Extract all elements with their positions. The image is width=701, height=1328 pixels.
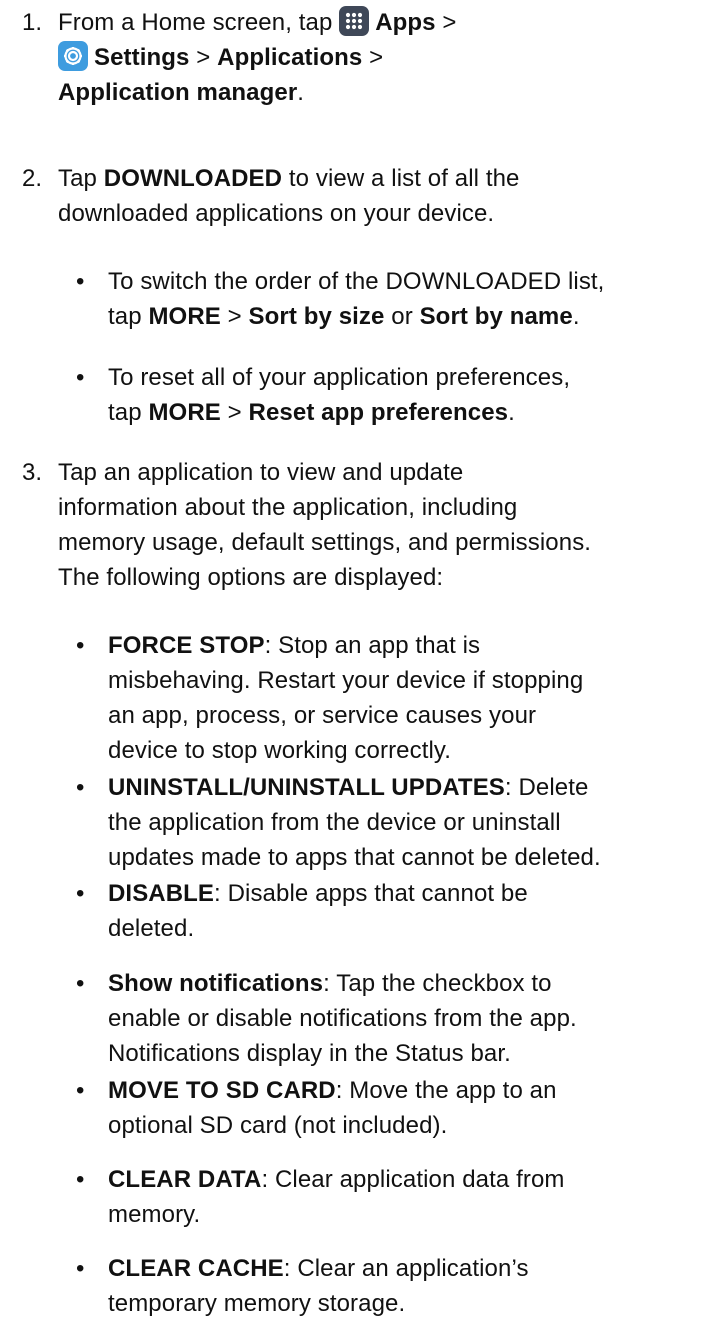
option-line: : Clear an application’s — [283, 1255, 529, 1282]
bullet-dot: • — [76, 1166, 85, 1193]
bullet-dot: • — [76, 632, 85, 659]
option-line: misbehaving. Restart your device if stop… — [108, 667, 584, 694]
option-line: Notifications display in the Status bar. — [108, 1040, 511, 1067]
option-line: an app, process, or service causes your — [108, 702, 537, 729]
period: . — [572, 303, 580, 330]
bullet-text: To reset all of your application prefere… — [108, 360, 695, 430]
bullet-text: CLEAR DATA: Clear application data from … — [108, 1162, 695, 1232]
bullet-text: CLEAR CACHE: Clear an application’s temp… — [108, 1251, 695, 1321]
downloaded-label: DOWNLOADED — [103, 165, 283, 192]
period: . — [508, 399, 515, 426]
option-line: : Delete — [504, 774, 589, 801]
option-line: : Stop an app that is — [264, 632, 481, 659]
separator: > — [196, 44, 211, 71]
more-label: MORE — [148, 399, 221, 426]
option-line: : Disable apps that cannot be — [214, 880, 528, 907]
tap-word: tap — [108, 399, 142, 426]
separator: > — [227, 303, 242, 330]
reset-app-preferences-label: Reset app preferences — [248, 399, 509, 426]
settings-gear-icon — [58, 41, 88, 71]
option-line: enable or disable notifications from the… — [108, 1005, 577, 1032]
bullet-dot: • — [76, 1255, 85, 1282]
step-2-line-2: downloaded applications on your device. — [58, 200, 495, 227]
step-2-line-1-rest: to view a list of all the — [288, 165, 520, 192]
sort-by-name-label: Sort by name — [419, 303, 573, 330]
option-line: : Move the app to an — [335, 1077, 557, 1104]
option-term: FORCE STOP — [108, 632, 265, 659]
option-line: : Clear application data from — [261, 1166, 565, 1193]
more-label: MORE — [148, 303, 221, 330]
bullet-text: DISABLE: Disable apps that cannot be del… — [108, 876, 695, 946]
apps-label: Apps — [375, 9, 436, 36]
step-3-line: Tap an application to view and update — [58, 459, 464, 486]
step-text: Tap DOWNLOADED to view a list of all the… — [58, 161, 691, 231]
option-line: memory. — [108, 1201, 201, 1228]
settings-label: Settings — [94, 44, 190, 71]
sort-by-size-label: Sort by size — [248, 303, 385, 330]
option-term: MOVE TO SD CARD — [108, 1077, 336, 1104]
applications-label: Applications — [217, 44, 363, 71]
apps-grid-icon — [339, 6, 370, 36]
bullet-dot: • — [76, 774, 85, 801]
option-line: : Tap the checkbox to — [323, 970, 552, 997]
bullet-dot: • — [76, 970, 85, 997]
or-word: or — [391, 303, 413, 330]
step-3-line: memory usage, default settings, and perm… — [58, 529, 592, 556]
bullet-text: FORCE STOP: Stop an app that is misbehav… — [108, 628, 695, 768]
separator: > — [442, 9, 457, 36]
bullet-dot: • — [76, 1077, 85, 1104]
option-line: deleted. — [108, 915, 195, 942]
bullet-text: To switch the order of the DOWNLOADED li… — [108, 264, 695, 334]
option-term: CLEAR CACHE — [108, 1255, 284, 1282]
option-term: Show notifications — [108, 970, 324, 997]
step-1-prefix: From a Home screen, tap — [58, 9, 333, 36]
option-line: updates made to apps that cannot be dele… — [108, 844, 601, 871]
separator: > — [227, 399, 242, 426]
bullet-line: To switch the order of the DOWNLOADED li… — [108, 268, 605, 295]
application-manager-label: Application manager — [58, 79, 298, 106]
option-term: DISABLE — [108, 880, 215, 907]
step-number: 2. — [22, 165, 43, 192]
option-term: UNINSTALL/UNINSTALL UPDATES — [108, 774, 505, 801]
bullet-text: UNINSTALL/UNINSTALL UPDATES: Delete the … — [108, 770, 695, 875]
step-number: 1. — [22, 9, 43, 36]
bullet-dot: • — [76, 364, 85, 391]
option-line: temporary memory storage. — [108, 1290, 406, 1317]
separator: > — [369, 44, 384, 71]
bullet-line: To reset all of your application prefere… — [108, 364, 571, 391]
document-page: 1. From a Home screen, tap Apps > Settin… — [0, 0, 701, 1328]
option-line: the application from the device or unins… — [108, 809, 561, 836]
option-line: device to stop working correctly. — [108, 737, 451, 764]
bullet-dot: • — [76, 880, 85, 907]
period: . — [297, 79, 305, 106]
step-text: From a Home screen, tap Apps > Settings … — [58, 5, 691, 110]
step-2-prefix: Tap — [58, 165, 97, 192]
option-term: CLEAR DATA — [108, 1166, 262, 1193]
step-text: Tap an application to view and update in… — [58, 455, 691, 595]
option-line: optional SD card (not included). — [108, 1112, 448, 1139]
bullet-text: Show notifications: Tap the checkbox to … — [108, 966, 695, 1071]
step-3-line: information about the application, inclu… — [58, 494, 518, 521]
tap-word: tap — [108, 303, 142, 330]
step-3-line: The following options are displayed: — [58, 564, 444, 591]
bullet-text: MOVE TO SD CARD: Move the app to an opti… — [108, 1073, 695, 1143]
bullet-dot: • — [76, 268, 85, 295]
step-number: 3. — [22, 459, 43, 486]
